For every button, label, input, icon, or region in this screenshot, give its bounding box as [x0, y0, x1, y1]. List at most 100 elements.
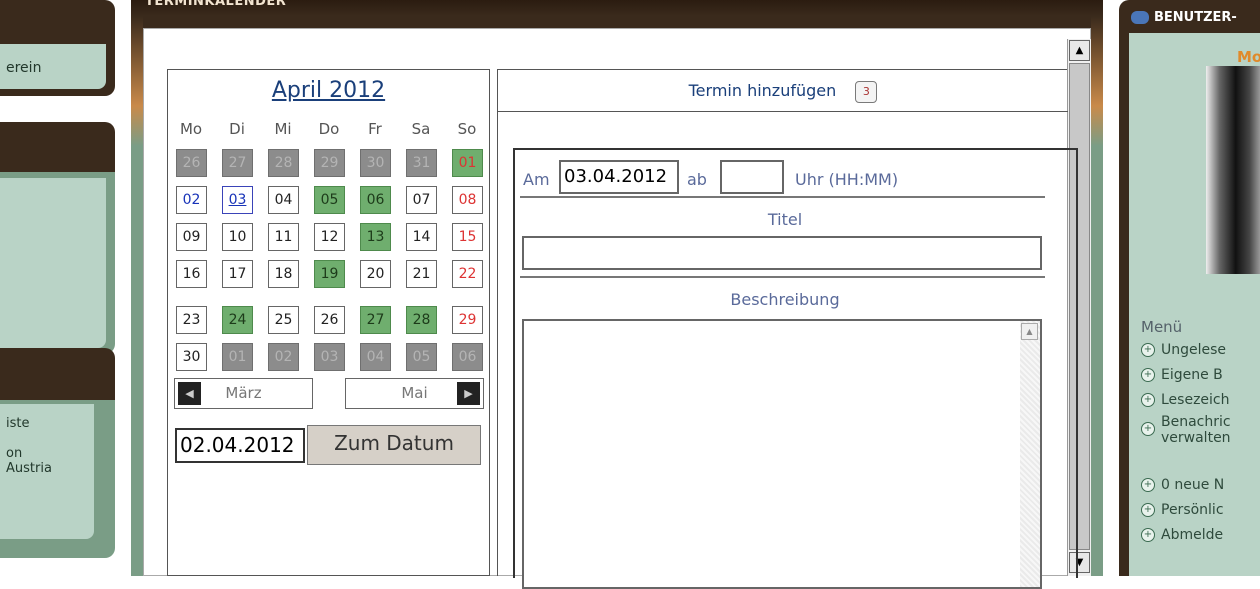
avatar[interactable] [1206, 66, 1260, 274]
menu-item-logout[interactable]: + Abmelde [1141, 527, 1223, 543]
calendar-day[interactable]: 21 [406, 260, 437, 288]
calendar-day-sunday[interactable]: 22 [452, 260, 483, 288]
left-panel-bottom-body: iste on Austria [0, 404, 94, 539]
calendar-day-event[interactable]: 24 [222, 306, 253, 334]
add-event-header: Termin hinzufügen 3 [498, 70, 1068, 112]
calendar-day[interactable]: 16 [176, 260, 207, 288]
calendar-day-event[interactable]: 01 [452, 149, 483, 177]
event-title-input[interactable] [522, 236, 1042, 270]
goto-date-button[interactable]: Zum Datum [307, 425, 481, 465]
calendar-day-other-month[interactable]: 29 [314, 149, 345, 177]
calendar-day-today[interactable]: 03 [222, 186, 253, 214]
left-panel-middle [0, 122, 115, 354]
calendar-day-event[interactable]: 06 [360, 186, 391, 214]
event-time-input[interactable] [720, 160, 784, 194]
month-title-link[interactable]: April 2012 [168, 78, 489, 103]
plus-circle-icon: + [1141, 422, 1155, 436]
menu-item-label[interactable]: 0 neue N [1161, 477, 1224, 493]
left-panel-link-verein[interactable]: erein [6, 60, 41, 76]
menu-item-personal[interactable]: + Persönlic [1141, 502, 1224, 518]
calendar-day[interactable]: 07 [406, 186, 437, 214]
plus-circle-icon: + [1141, 393, 1155, 407]
left-panel-middle-body [0, 178, 106, 348]
calendar-day-other-month[interactable]: 31 [406, 149, 437, 177]
menu-item-notifications[interactable]: + Benachric verwalten [1141, 414, 1260, 448]
scroll-up-arrow-icon[interactable]: ▲ [1069, 40, 1090, 61]
calendar-day-sunday[interactable]: 08 [452, 186, 483, 214]
plus-circle-icon: + [1141, 478, 1155, 492]
calendar-day-other-month[interactable]: 26 [176, 149, 207, 177]
calendar-day[interactable]: 18 [268, 260, 299, 288]
menu-item-new-messages[interactable]: +0 neue N [1141, 477, 1224, 493]
calendar-day-sunday[interactable]: 29 [452, 306, 483, 334]
calendar-day-event[interactable]: 13 [360, 223, 391, 251]
prev-month-label[interactable]: März [225, 384, 261, 402]
calendar-day-other-month[interactable]: 01 [222, 343, 253, 371]
calendar-day-other-month[interactable]: 03 [314, 343, 345, 371]
menu-label: Menü [1141, 318, 1183, 336]
calendar-day-other-month[interactable]: 05 [406, 343, 437, 371]
menu-item-label[interactable]: Abmelde [1161, 527, 1223, 543]
calendar-day[interactable]: 26 [314, 306, 345, 334]
beschreibung-label: Beschreibung [730, 290, 840, 309]
plus-circle-icon: + [1141, 528, 1155, 542]
event-description-textarea[interactable]: ▲ [522, 319, 1042, 589]
menu-item-bookmarks[interactable]: + Lesezeich [1141, 392, 1230, 408]
calendar-day-other-month[interactable]: 06 [452, 343, 483, 371]
menu-item-label[interactable]: Eigene B [1161, 367, 1223, 383]
calendar-day[interactable]: 25 [268, 306, 299, 334]
calendar-day[interactable]: 23 [176, 306, 207, 334]
calendar-day[interactable]: 11 [268, 223, 299, 251]
calendar-day[interactable]: 20 [360, 260, 391, 288]
calendar-day-sunday[interactable]: 15 [452, 223, 483, 251]
menu-item-label-line1[interactable]: Benachric [1161, 414, 1231, 430]
menu-item-label[interactable]: Lesezeich [1161, 392, 1230, 408]
event-date-input[interactable]: 03.04.2012 [559, 160, 679, 194]
prev-month-nav[interactable]: ◀ März [174, 378, 313, 409]
weekday-fr: Fr [368, 120, 382, 138]
left-panel-link-liste[interactable]: iste [6, 416, 29, 431]
calendar-day[interactable]: 09 [176, 223, 207, 251]
ab-label: ab [687, 170, 707, 189]
arrow-left-icon[interactable]: ◀ [178, 382, 201, 405]
calendar-day-event[interactable]: 27 [360, 306, 391, 334]
calendar-day-other-month[interactable]: 28 [268, 149, 299, 177]
calendar-day[interactable]: 12 [314, 223, 345, 251]
arrow-right-icon[interactable]: ▶ [457, 382, 480, 405]
calendar-day[interactable]: 30 [176, 343, 207, 371]
divider [520, 276, 1045, 278]
left-panel-text-on[interactable]: on [6, 446, 22, 461]
calendar-day-event[interactable]: 19 [314, 260, 345, 288]
menu-item-label-line2[interactable]: verwalten [1161, 430, 1231, 446]
user-name[interactable]: Mo [1237, 48, 1260, 66]
left-panel-text-austria[interactable]: Austria [6, 461, 52, 476]
textarea-scrollbar[interactable]: ▲ [1020, 321, 1040, 587]
calendar-day[interactable]: 04 [268, 186, 299, 214]
weekday-mo: Mo [179, 120, 203, 138]
calendar-day-other-month[interactable]: 30 [360, 149, 391, 177]
next-month-nav[interactable]: Mai ▶ [345, 378, 484, 409]
calendar-day[interactable]: 10 [222, 223, 253, 251]
calendar-day-selected[interactable]: 02 [176, 186, 207, 214]
calendar-icon[interactable]: 3 [855, 80, 878, 103]
goto-date-input[interactable]: 02.04.2012 [175, 428, 305, 463]
calendar-day[interactable]: 17 [222, 260, 253, 288]
menu-item-label[interactable]: Persönlic [1161, 502, 1224, 518]
divider [520, 196, 1045, 198]
menu-item-own[interactable]: + Eigene B [1141, 367, 1223, 383]
calendar-day-other-month[interactable]: 04 [360, 343, 391, 371]
menu-item-label[interactable]: Ungelese [1161, 342, 1226, 358]
left-panel-bottom: iste on Austria [0, 348, 115, 558]
calendar-day-event[interactable]: 28 [406, 306, 437, 334]
left-panel-vereine-body: erein [0, 44, 106, 89]
calendar-day[interactable]: 14 [406, 223, 437, 251]
calendar-day-other-month[interactable]: 02 [268, 343, 299, 371]
menu-item-unread[interactable]: + Ungelese [1141, 342, 1226, 358]
calendar-day-other-month[interactable]: 27 [222, 149, 253, 177]
plus-circle-icon: + [1141, 368, 1155, 382]
calendar-day-event[interactable]: 05 [314, 186, 345, 214]
menu-item-label[interactable]: Benachric verwalten [1161, 414, 1231, 446]
plus-circle-icon: + [1141, 343, 1155, 357]
next-month-label[interactable]: Mai [401, 384, 427, 402]
scroll-up-arrow-icon[interactable]: ▲ [1021, 323, 1038, 340]
